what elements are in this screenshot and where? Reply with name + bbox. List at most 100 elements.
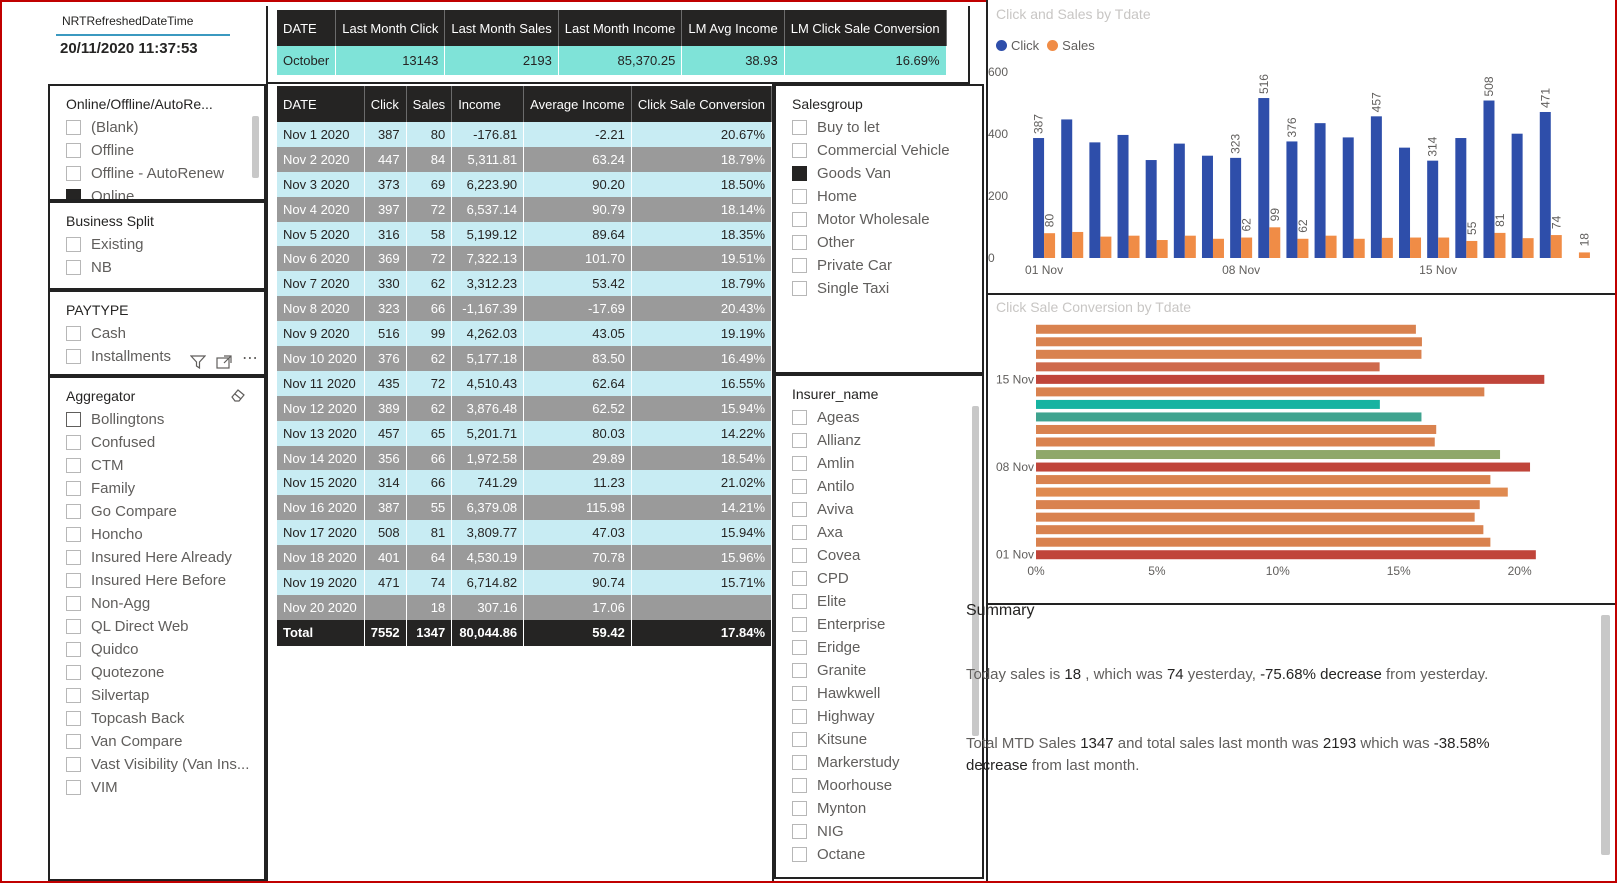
table-row[interactable]: Nov 13 2020 457 65 5,201.71 80.03 14.22% [277, 420, 773, 446]
conversion-bar[interactable] [1036, 374, 1545, 384]
click-bar[interactable] [1314, 123, 1326, 259]
checkbox[interactable] [66, 120, 81, 135]
checkbox[interactable] [792, 433, 807, 448]
slicer-item[interactable]: Insured Here Already [50, 546, 264, 569]
slicer-item[interactable]: Highway [776, 705, 982, 728]
slicer-item[interactable]: Quidco [50, 638, 264, 661]
click-bar[interactable] [1511, 133, 1523, 258]
click-bar[interactable] [1061, 119, 1073, 259]
slicer-item[interactable]: Moorhouse [776, 774, 982, 797]
conversion-bar[interactable] [1036, 437, 1435, 447]
slicer-item[interactable]: Offline [50, 139, 264, 162]
checkbox[interactable] [66, 550, 81, 565]
conversion-bar[interactable] [1036, 487, 1508, 497]
click-bar[interactable] [1399, 147, 1411, 258]
conversion-bar[interactable] [1036, 424, 1437, 434]
checkbox[interactable] [66, 143, 81, 158]
conversion-bar[interactable] [1036, 349, 1422, 359]
slicer-item[interactable]: Commercial Vehicle [776, 139, 982, 162]
slicer-item[interactable]: Enterprise [776, 613, 982, 636]
checkbox[interactable] [792, 594, 807, 609]
slicer-item[interactable]: NB [50, 256, 264, 279]
checkbox[interactable] [66, 665, 81, 680]
conversion-bar[interactable] [1036, 399, 1380, 409]
checkbox[interactable] [66, 481, 81, 496]
checkbox[interactable] [792, 166, 807, 181]
checkbox[interactable] [66, 260, 81, 275]
column-header[interactable]: Average Income [523, 86, 632, 122]
conversion-bar[interactable] [1036, 475, 1491, 485]
slicer-item[interactable]: Hawkwell [776, 682, 982, 705]
sales-bar[interactable] [1184, 235, 1196, 258]
click-bar[interactable] [1370, 116, 1382, 258]
click-bar[interactable] [1145, 160, 1157, 258]
table-row[interactable]: Nov 18 2020 401 64 4,530.19 70.78 15.96% [277, 545, 773, 571]
sales-bar[interactable] [1438, 237, 1450, 258]
click-bar[interactable] [1230, 157, 1242, 258]
column-header[interactable]: Income [451, 86, 525, 122]
checkbox[interactable] [66, 412, 81, 427]
conversion-bar[interactable] [1036, 337, 1422, 347]
slicer-item[interactable]: Home [776, 185, 982, 208]
sales-bar[interactable] [1241, 237, 1253, 258]
checkbox[interactable] [792, 709, 807, 724]
checkbox[interactable] [66, 596, 81, 611]
sales-bar[interactable] [1466, 240, 1478, 258]
click-bar[interactable] [1201, 155, 1213, 258]
checkbox[interactable] [792, 824, 807, 839]
slicer-item[interactable]: Octane [776, 843, 982, 866]
slicer-item[interactable]: Eridge [776, 636, 982, 659]
checkbox[interactable] [792, 732, 807, 747]
slicer-item[interactable]: Kitsune [776, 728, 982, 751]
slicer-item[interactable]: Existing [50, 233, 264, 256]
slicer-item[interactable]: Confused [50, 431, 264, 454]
sales-bar[interactable] [1212, 238, 1224, 258]
checkbox[interactable] [66, 711, 81, 726]
checkbox[interactable] [792, 235, 807, 250]
slicer-item[interactable]: CPD [776, 567, 982, 590]
sales-bar[interactable] [1353, 238, 1365, 258]
column-header[interactable]: Last Month Click [335, 10, 446, 46]
slicer-item[interactable]: Honcho [50, 523, 264, 546]
checkbox[interactable] [66, 237, 81, 252]
slicer-item[interactable]: Insured Here Before [50, 569, 264, 592]
table-row[interactable]: Nov 12 2020 389 62 3,876.48 62.52 15.94% [277, 395, 773, 421]
slicer-item[interactable]: Family [50, 477, 264, 500]
click-bar[interactable] [1427, 160, 1439, 258]
checkbox[interactable] [792, 663, 807, 678]
checkbox[interactable] [66, 189, 81, 199]
table-row[interactable]: Nov 5 2020 316 58 5,199.12 89.64 18.35% [277, 221, 773, 247]
click-bar[interactable] [1173, 143, 1185, 258]
column-header[interactable]: Click Sale Conversion [631, 86, 773, 122]
slicer-item[interactable]: QL Direct Web [50, 615, 264, 638]
checkbox[interactable] [792, 847, 807, 862]
checkbox[interactable] [792, 755, 807, 770]
column-header[interactable]: Last Month Income [558, 10, 683, 46]
checkbox[interactable] [792, 143, 807, 158]
column-header[interactable]: LM Click Sale Conversion [784, 10, 947, 46]
slicer-item[interactable]: Van Compare [50, 730, 264, 753]
table-row[interactable]: Nov 3 2020 373 69 6,223.90 90.20 18.50% [277, 171, 773, 197]
sales-bar[interactable] [1381, 237, 1393, 258]
slicer-item[interactable]: Goods Van [776, 162, 982, 185]
column-header[interactable]: DATE [277, 10, 337, 46]
slicer-item[interactable]: Silvertap [50, 684, 264, 707]
slicer-item[interactable]: Private Car [776, 254, 982, 277]
sales-bar[interactable] [1494, 232, 1506, 258]
checkbox[interactable] [792, 617, 807, 632]
slicer-item[interactable]: VIM [50, 776, 264, 799]
click-bar[interactable] [1455, 138, 1467, 258]
click-bar[interactable] [1033, 138, 1045, 258]
sales-bar[interactable] [1072, 231, 1084, 258]
conversion-bar[interactable] [1036, 537, 1491, 547]
checkbox[interactable] [792, 212, 807, 227]
slicer-item[interactable]: Amlin [776, 452, 982, 475]
table-row[interactable]: Nov 16 2020 387 55 6,379.08 115.98 14.21% [277, 495, 773, 521]
table-row[interactable]: Nov 8 2020 323 66 -1,167.39 -17.69 20.43% [277, 296, 773, 322]
table-row[interactable]: Nov 1 2020 387 80 -176.81 -2.21 20.67% [277, 122, 773, 147]
table-row[interactable]: Nov 19 2020 471 74 6,714.82 90.74 15.71% [277, 570, 773, 595]
checkbox[interactable] [66, 780, 81, 795]
column-header[interactable]: DATE [277, 86, 365, 122]
slicer-item[interactable]: Go Compare [50, 500, 264, 523]
scrollbar[interactable] [972, 406, 979, 736]
